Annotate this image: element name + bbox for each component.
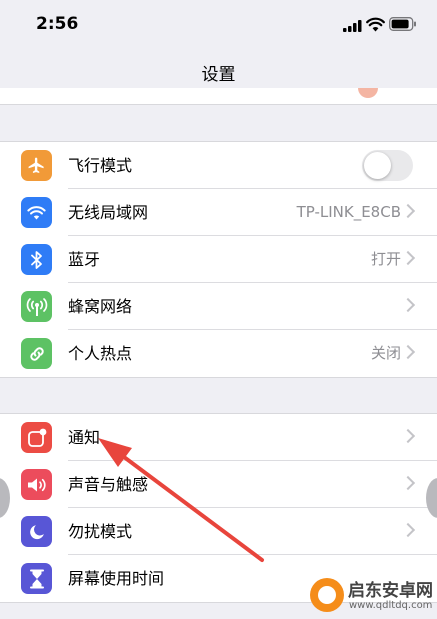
site-watermark: 启东安卓网 www.qdltdq.com <box>306 572 437 619</box>
watermark-logo-icon <box>310 578 344 612</box>
watermark-url: www.qdltdq.com <box>349 600 433 611</box>
annotation-arrow <box>98 438 264 562</box>
watermark-title: 启东安卓网 <box>348 581 433 601</box>
